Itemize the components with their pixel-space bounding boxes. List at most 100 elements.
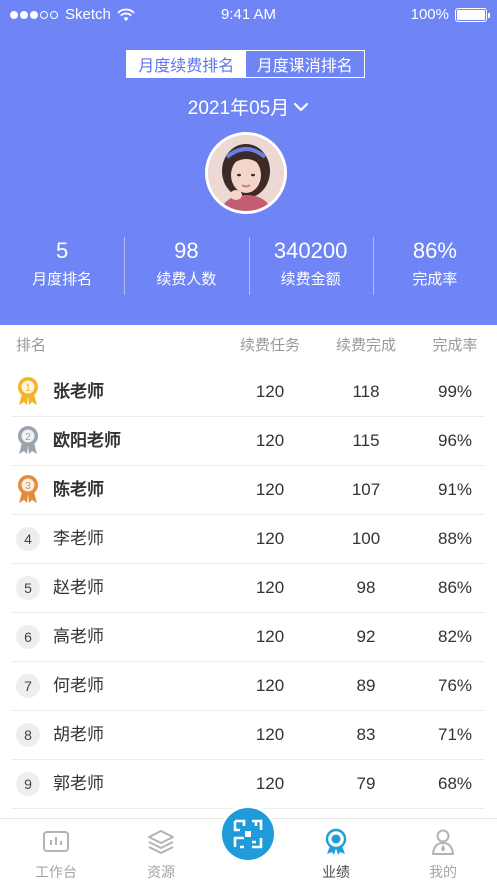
table-row[interactable]: 1 张老师 120 118 99% [12,368,485,417]
tab-label: 工作台 [35,864,77,880]
svg-text:3: 3 [25,481,31,492]
stat-value: 340200 [273,238,348,263]
stat-label: 续费人数 [156,271,217,288]
stat-value: 86% [412,238,457,263]
stat-value: 5 [56,238,69,263]
chevron-down-icon [294,102,309,111]
renewal-done: 83 [356,725,376,744]
center-scan-button[interactable] [219,805,277,863]
renewal-task: 120 [255,725,285,744]
teacher-name: 赵老师 [53,578,104,597]
completion-rate: 99% [437,382,473,401]
table-row[interactable]: 6 高老师 120 92 82% [12,613,485,662]
renewal-done: 79 [356,774,376,793]
rank-badge: 8 [16,723,40,747]
battery-icon [455,7,490,22]
ranking-type-switch: 月度续费排名 月度课消排名 [126,50,365,78]
dashboard-icon [43,831,69,852]
completion-rate: 68% [437,774,473,793]
header-rate: 完成率 [432,337,478,354]
table-row[interactable]: 5 赵老师 120 98 86% [12,564,485,613]
table-header: 排名 续费任务 续费完成 完成率 [0,334,497,366]
renewal-done: 98 [356,578,376,597]
completion-rate: 76% [437,676,473,695]
rank-badge: 7 [16,674,40,698]
renewal-task: 120 [255,382,285,401]
completion-rate: 71% [437,725,473,744]
tab-label: 我的 [429,864,457,880]
layers-icon [148,830,174,854]
status-right: 100% [410,6,490,23]
tab-mine[interactable]: 我的 [398,819,488,883]
renewal-task: 120 [255,431,285,450]
completion-rate: 88% [437,529,473,548]
header-task: 续费任务 [239,337,300,354]
stat-monthly-rank: 5 月度排名 [0,235,124,297]
rank-badge: 4 [16,527,40,551]
table-row[interactable]: 4 李老师 120 100 88% [12,515,485,564]
header-rank: 排名 [16,337,47,354]
teacher-name: 陈老师 [53,480,104,499]
battery-percent: 100% [410,6,449,23]
stat-value: 98 [174,238,199,263]
stat-label: 完成率 [412,271,458,288]
medal-icon: 1 [16,377,40,405]
renewal-task: 120 [255,676,285,695]
renewal-done: 115 [352,431,380,450]
rank-badge: 6 [16,625,40,649]
center-button-face [222,808,274,860]
teacher-name: 高老师 [53,627,104,646]
renewal-task: 120 [255,529,285,548]
stat-label: 月度排名 [32,271,93,288]
renewal-done: 92 [356,627,376,646]
rank-badge: 9 [16,772,40,796]
status-bar: Sketch 9:41 AM 100% [0,0,497,30]
user-icon [432,829,454,855]
renewal-task: 120 [255,774,285,793]
award-icon [325,828,347,855]
month-picker[interactable]: 2021年05月 [0,93,497,120]
renewal-task: 120 [255,627,285,646]
table-row[interactable]: 2 欧阳老师 120 115 96% [12,417,485,466]
tab-label: 资源 [147,864,175,880]
teacher-name: 张老师 [53,382,104,401]
month-label: 2021年05月 [187,98,290,119]
qr-code-icon [233,819,263,849]
tab-monthly-consumption-ranking[interactable]: 月度课消排名 [246,51,365,77]
avatar-image [208,135,284,211]
stat-renewal-count: 98 续费人数 [124,235,248,297]
completion-rate: 96% [437,431,473,450]
teacher-name: 李老师 [53,529,104,548]
rank-badge: 5 [16,576,40,600]
tab-monthly-renewal-ranking[interactable]: 月度续费排名 [127,51,246,77]
tab-resources[interactable]: 资源 [116,819,206,883]
table-row[interactable]: 9 郭老师 120 79 68% [12,760,485,809]
summary-stats: 5 月度排名 98 续费人数 340200 续费金额 86% 完成率 [0,235,497,297]
table-row[interactable]: 8 胡老师 120 83 71% [12,711,485,760]
renewal-done: 100 [351,529,381,548]
teacher-name: 何老师 [53,676,104,695]
completion-rate: 82% [437,627,473,646]
renewal-task: 120 [255,578,285,597]
renewal-done: 107 [351,480,381,499]
tab-label: 业绩 [322,864,350,880]
medal-icon: 2 [16,426,40,454]
tab-performance[interactable]: 业绩 [291,819,381,883]
renewal-task: 120 [255,480,285,499]
renewal-done: 89 [356,676,376,695]
ranking-list: 1 张老师 120 118 99% 2 欧阳老师 120 115 96% 3 陈老师 120 107 91%… [0,368,497,809]
svg-text:1: 1 [25,383,31,394]
table-row[interactable]: 3 陈老师 120 107 91% [12,466,485,515]
teacher-name: 郭老师 [53,774,104,793]
stat-completion-rate: 86% 完成率 [372,235,497,297]
renewal-done: 118 [352,382,380,401]
teacher-name: 胡老师 [53,725,104,744]
header-panel: Sketch 9:41 AM 100% 月度续费排名 月度课消排名 2021年0… [0,0,497,325]
medal-icon: 3 [16,475,40,503]
table-row[interactable]: 7 何老师 120 89 76% [12,662,485,711]
tab-workbench[interactable]: 工作台 [11,819,101,883]
stat-label: 续费金额 [280,271,341,288]
completion-rate: 86% [437,578,473,597]
avatar[interactable] [205,132,287,214]
svg-text:2: 2 [25,432,31,443]
